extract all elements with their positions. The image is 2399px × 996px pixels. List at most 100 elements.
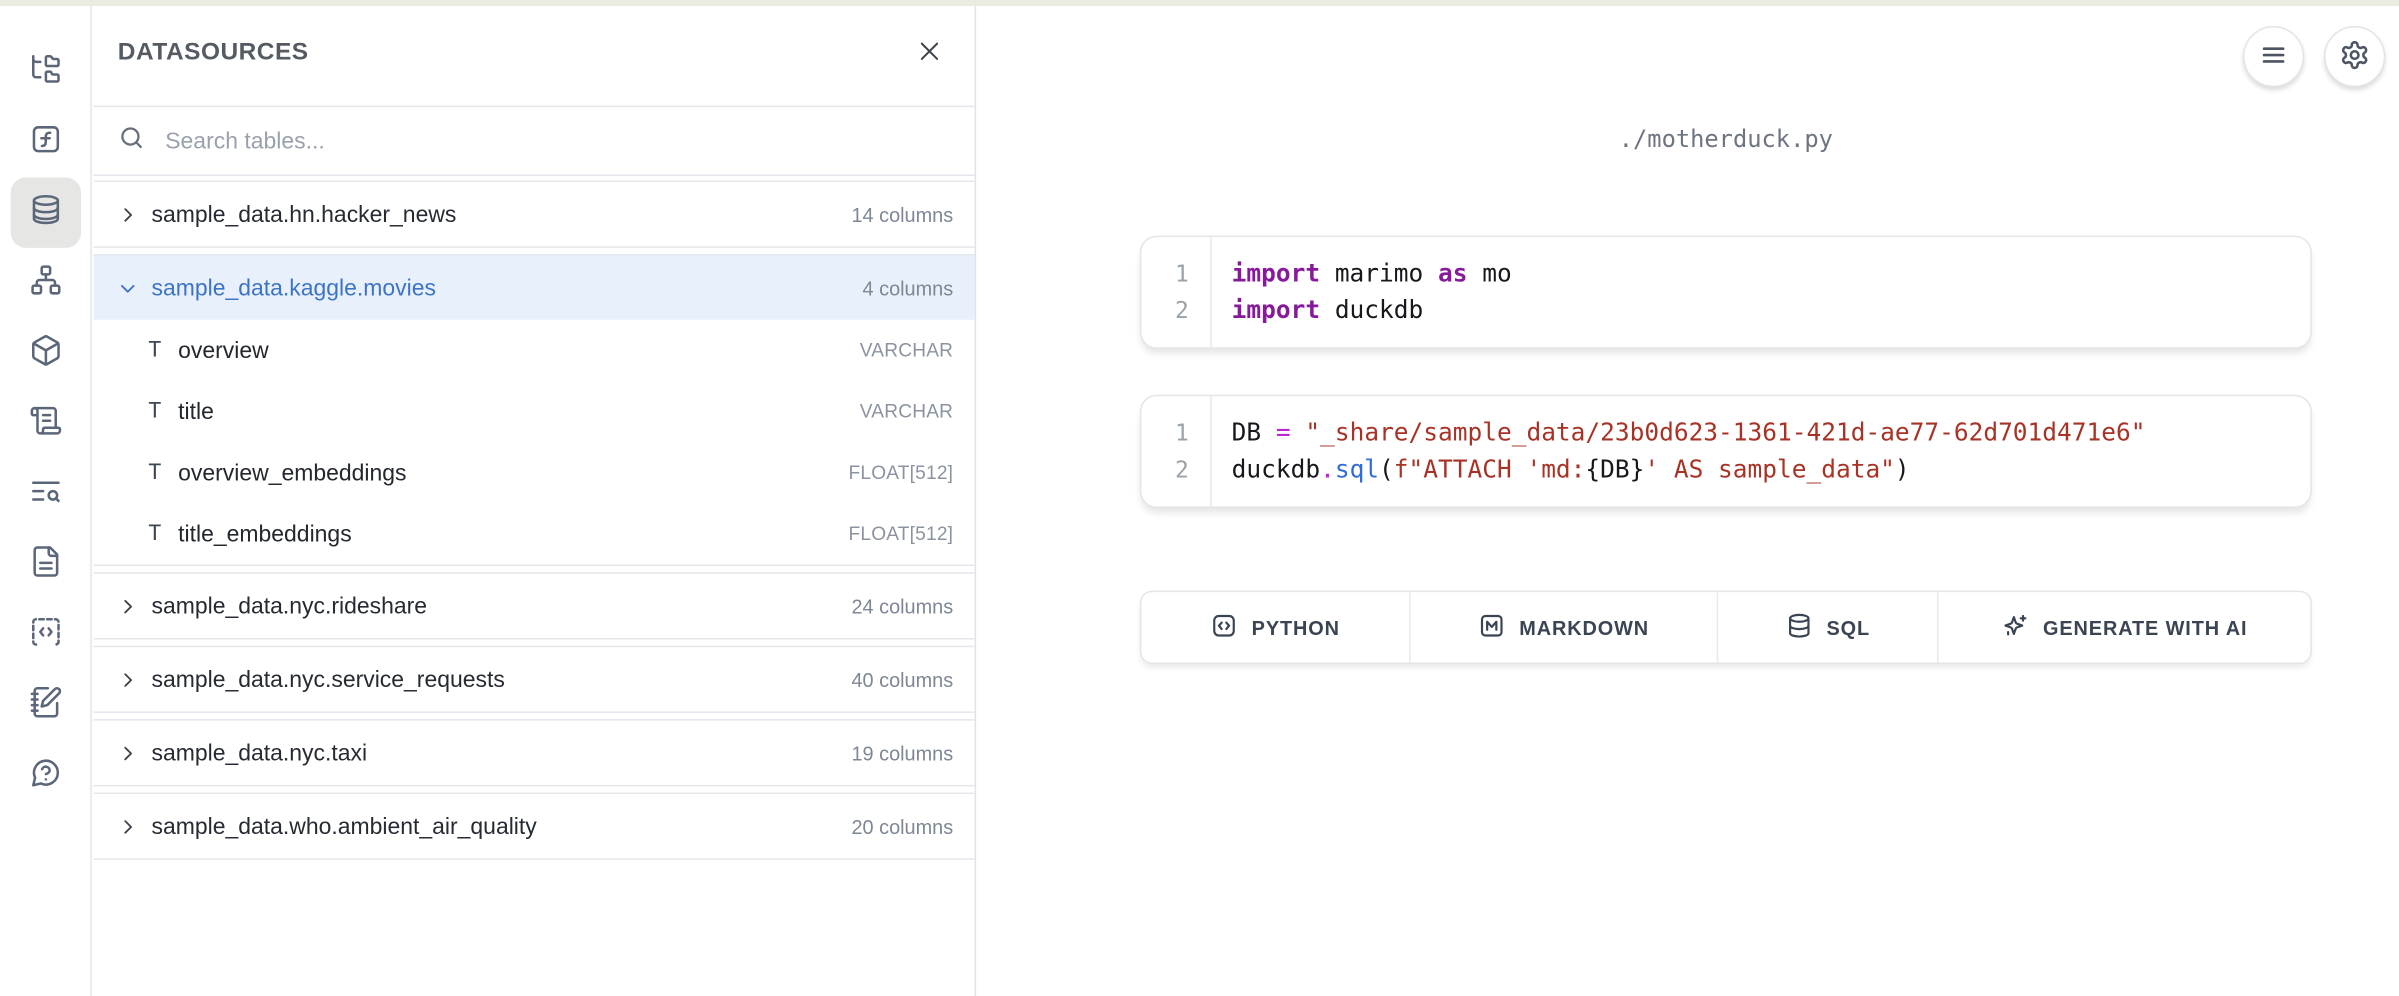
sidebar-item-documentation[interactable] xyxy=(10,529,80,599)
line-number: 1 xyxy=(1141,256,1188,293)
tables-list: sample_data.hn.hacker_news 14 columns sa… xyxy=(93,176,974,996)
notebook-area: ./motherduck.py 1 2 import marimo as moi… xyxy=(978,0,2399,996)
table-name: sample_data.nyc.service_requests xyxy=(151,666,504,692)
code-square-icon xyxy=(1210,611,1238,643)
table-name: sample_data.kaggle.movies xyxy=(151,275,436,301)
table-search-bar xyxy=(93,107,974,176)
code-token: = xyxy=(1276,418,1291,447)
add-button-label: GENERATE WITH AI xyxy=(2043,616,2247,639)
sparkles-icon xyxy=(2002,611,2030,643)
code-square-dashed-icon xyxy=(28,614,62,655)
sidebar-item-variables[interactable] xyxy=(10,107,80,177)
code-token: import xyxy=(1232,259,1320,288)
code-line: duckdb.sql(f"ATTACH 'md:{DB}' AS sample_… xyxy=(1232,451,2146,488)
sidebar-item-files[interactable] xyxy=(10,37,80,107)
column-row-overview-embeddings[interactable]: T overview_embeddings FLOAT[512] xyxy=(93,442,974,503)
code-line: import marimo as mo xyxy=(1232,256,1512,293)
close-panel-button[interactable] xyxy=(909,33,949,73)
column-count: 24 columns xyxy=(851,594,953,617)
table-row-service-requests[interactable]: sample_data.nyc.service_requests 40 colu… xyxy=(93,647,974,711)
code-token: ) xyxy=(1895,454,1910,483)
column-row-overview[interactable]: T overview VARCHAR xyxy=(93,320,974,381)
column-row-title-embeddings[interactable]: T title_embeddings FLOAT[512] xyxy=(93,503,974,564)
code-token: DB xyxy=(1232,418,1276,447)
table-row-rideshare[interactable]: sample_data.nyc.rideshare 24 columns xyxy=(93,574,974,638)
column-type: FLOAT[512] xyxy=(849,523,954,544)
code-token: "_share/sample_data/23b0d623-1361-421d-a… xyxy=(1305,418,2145,447)
column-count: 20 columns xyxy=(851,815,953,838)
chevron-right-icon xyxy=(116,203,137,224)
column-count: 40 columns xyxy=(851,668,953,691)
notebook-menu-button[interactable] xyxy=(2243,26,2304,87)
column-type: VARCHAR xyxy=(860,401,953,422)
sidebar-item-help[interactable] xyxy=(10,741,80,811)
line-number: 1 xyxy=(1141,415,1188,452)
add-button-label: MARKDOWN xyxy=(1519,616,1649,639)
text-type-icon: T xyxy=(148,461,161,485)
text-search-icon xyxy=(28,474,62,515)
sidebar-item-snippets[interactable] xyxy=(10,600,80,670)
chat-question-icon xyxy=(28,755,62,796)
table-row-kaggle-movies[interactable]: sample_data.kaggle.movies 4 columns xyxy=(93,256,974,320)
sidebar-item-datasources[interactable] xyxy=(10,177,80,247)
scroll-text-icon xyxy=(28,403,62,444)
chevron-right-icon xyxy=(116,815,137,836)
text-type-icon: T xyxy=(148,522,161,546)
notebook-actions xyxy=(2243,26,2385,87)
table-row-taxi[interactable]: sample_data.nyc.taxi 19 columns xyxy=(93,721,974,785)
marimo-app: DATASOURCES sample_data.hn.hacker_news 1… xyxy=(0,0,2399,996)
add-button-label: SQL xyxy=(1827,616,1871,639)
panel-title: DATASOURCES xyxy=(118,39,309,67)
column-type: VARCHAR xyxy=(860,340,953,361)
code-line: import duckdb xyxy=(1232,292,1512,329)
column-count: 14 columns xyxy=(851,203,953,226)
cells-column: ./motherduck.py 1 2 import marimo as moi… xyxy=(1140,125,2312,664)
file-text-icon xyxy=(28,544,62,585)
panel-header: DATASOURCES xyxy=(93,0,974,107)
column-row-title[interactable]: T title VARCHAR xyxy=(93,381,974,442)
table-row-hacker-news[interactable]: sample_data.hn.hacker_news 14 columns xyxy=(93,182,974,246)
window-top-strip xyxy=(0,0,2399,6)
sidebar-item-dependencies[interactable] xyxy=(10,248,80,318)
search-icon xyxy=(118,123,146,158)
add-sql-cell-button[interactable]: SQL xyxy=(1718,592,1939,662)
line-number-gutter: 1 2 xyxy=(1141,396,1211,506)
code-token: marimo xyxy=(1320,259,1438,288)
generate-with-ai-button[interactable]: GENERATE WITH AI xyxy=(1939,592,2311,662)
sidebar-item-logs[interactable] xyxy=(10,389,80,459)
sidebar-item-search-logs[interactable] xyxy=(10,459,80,529)
code-cell-attach-db[interactable]: 1 2 DB = "_share/sample_data/23b0d623-13… xyxy=(1140,395,2312,508)
table-item: sample_data.kaggle.movies 4 columns T ov… xyxy=(93,254,974,566)
gear-icon xyxy=(2339,39,2370,74)
database-icon xyxy=(1785,611,1813,643)
code-content: import marimo as moimport duckdb xyxy=(1212,237,1530,347)
table-item: sample_data.nyc.taxi 19 columns xyxy=(93,719,974,786)
markdown-square-icon xyxy=(1478,611,1506,643)
chevron-down-icon xyxy=(116,277,137,298)
folder-tree-icon xyxy=(28,51,62,92)
datasources-panel: DATASOURCES sample_data.hn.hacker_news 1… xyxy=(93,0,976,996)
code-token: ( xyxy=(1379,454,1394,483)
table-name: sample_data.nyc.taxi xyxy=(151,740,367,766)
code-token: import xyxy=(1232,295,1320,324)
code-line: DB = "_share/sample_data/23b0d623-1361-4… xyxy=(1232,415,2146,452)
code-token: . xyxy=(1320,454,1335,483)
add-python-cell-button[interactable]: PYTHON xyxy=(1141,592,1410,662)
code-token: sql xyxy=(1335,454,1379,483)
sidebar-item-scratchpad[interactable] xyxy=(10,670,80,740)
column-type: FLOAT[512] xyxy=(849,462,954,483)
settings-button[interactable] xyxy=(2324,26,2385,87)
notebook-pen-icon xyxy=(28,685,62,726)
column-name: overview xyxy=(178,337,269,363)
code-token: duckdb xyxy=(1232,454,1320,483)
add-markdown-cell-button[interactable]: MARKDOWN xyxy=(1410,592,1718,662)
search-input[interactable] xyxy=(162,126,950,155)
network-icon xyxy=(28,262,62,303)
code-cell-imports[interactable]: 1 2 import marimo as moimport duckdb xyxy=(1140,236,2312,349)
table-item: sample_data.hn.hacker_news 14 columns xyxy=(93,181,974,248)
table-item: sample_data.who.ambient_air_quality 20 c… xyxy=(93,793,974,860)
sidebar-item-packages[interactable] xyxy=(10,318,80,388)
text-type-icon: T xyxy=(148,399,161,423)
line-number-gutter: 1 2 xyxy=(1141,237,1211,347)
table-row-ambient-air-quality[interactable]: sample_data.who.ambient_air_quality 20 c… xyxy=(93,794,974,858)
